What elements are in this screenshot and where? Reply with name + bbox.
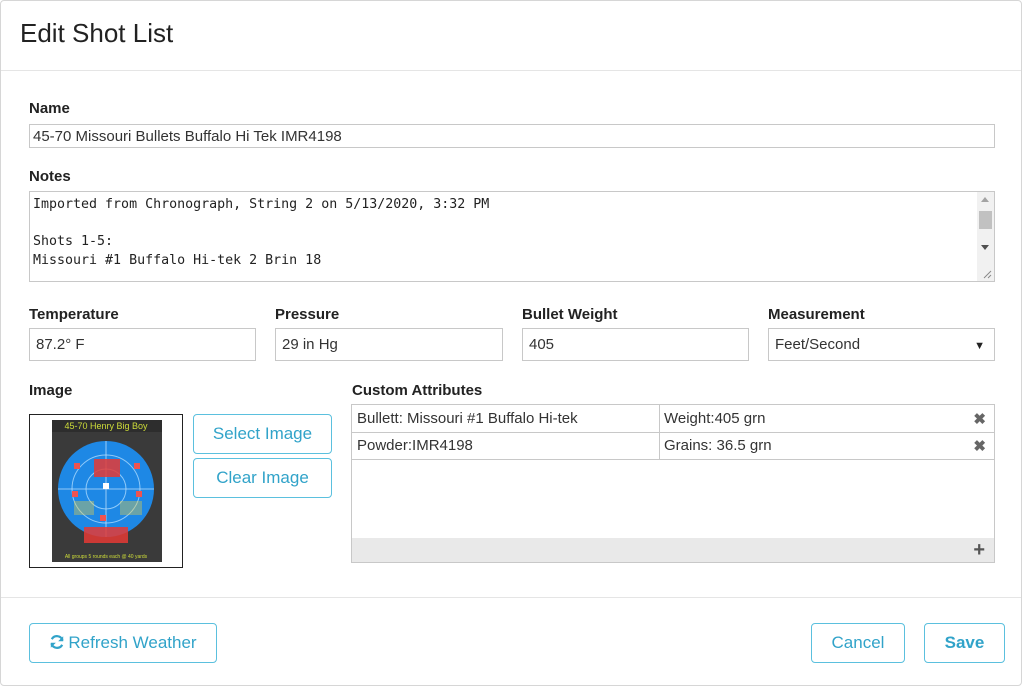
clear-image-label: Clear Image <box>216 468 309 487</box>
notes-line: Missouri #1 Buffalo Hi-tek 2 Brin 18 <box>33 252 322 268</box>
cell-divider <box>659 405 660 432</box>
footer-divider <box>1 597 1021 598</box>
refresh-weather-label: Refresh Weather <box>68 633 197 652</box>
refresh-icon <box>50 635 64 649</box>
notes-line: Shots 1-5: <box>33 234 114 249</box>
save-label: Save <box>944 633 985 652</box>
measurement-value: Feet/Second <box>775 336 861 353</box>
scroll-down-icon[interactable] <box>981 245 989 250</box>
pressure-label: Pressure <box>275 306 340 323</box>
target-image: 45-70 Henry Big Boy All groups 5 rounds … <box>29 414 183 568</box>
notes-text: Imported from Chronograph, String 2 on 5… <box>33 196 489 270</box>
scroll-thumb[interactable] <box>979 211 992 229</box>
add-attribute-icon[interactable]: + <box>973 538 985 562</box>
pressure-input[interactable] <box>275 328 503 361</box>
save-button[interactable]: Save <box>924 623 1005 663</box>
attributes-footer: + <box>352 538 994 562</box>
table-row[interactable]: Bullett: Missouri #1 Buffalo Hi-tek Weig… <box>352 405 994 433</box>
cell-divider <box>659 432 660 459</box>
temperature-input[interactable] <box>29 328 256 361</box>
cancel-label: Cancel <box>831 633 885 652</box>
name-input[interactable] <box>29 124 995 148</box>
attribute-value[interactable]: Grains: 36.5 grn <box>664 437 772 454</box>
dialog-title: Edit Shot List <box>20 18 174 48</box>
temperature-label: Temperature <box>29 306 119 323</box>
notes-label: Notes <box>29 168 71 185</box>
select-image-button[interactable]: Select Image <box>193 414 332 454</box>
image-label: Image <box>29 382 73 399</box>
notes-textarea[interactable]: Imported from Chronograph, String 2 on 5… <box>29 191 995 282</box>
custom-attributes-label: Custom Attributes <box>352 382 483 399</box>
remove-attribute-icon[interactable]: ✖ <box>973 437 986 455</box>
measurement-label: Measurement <box>768 306 865 323</box>
attribute-key[interactable]: Bullett: Missouri #1 Buffalo Hi-tek <box>357 410 578 427</box>
target-caption: All groups 5 rounds each @ 40 yards <box>65 554 148 560</box>
bullet-weight-input[interactable] <box>522 328 749 361</box>
attribute-key[interactable]: Powder:IMR4198 <box>357 437 473 454</box>
table-row[interactable]: Powder:IMR4198 Grains: 36.5 grn ✖ <box>352 432 994 460</box>
custom-attributes-table: Bullett: Missouri #1 Buffalo Hi-tek Weig… <box>351 404 995 563</box>
notes-line: Imported from Chronograph, String 2 on 5… <box>33 197 490 212</box>
notes-line <box>33 215 489 234</box>
select-image-label: Select Image <box>212 424 313 443</box>
refresh-weather-button[interactable]: Refresh Weather <box>29 623 217 663</box>
chevron-down-icon: ▼ <box>974 340 985 352</box>
target-title: 45-70 Henry Big Boy <box>64 421 148 431</box>
resize-grip-icon[interactable] <box>982 269 992 279</box>
target-photo: 45-70 Henry Big Boy All groups 5 rounds … <box>30 415 182 567</box>
clear-image-button[interactable]: Clear Image <box>193 458 332 498</box>
measurement-select[interactable]: Feet/Second ▼ <box>768 328 995 361</box>
notes-scrollbar[interactable] <box>977 192 994 281</box>
dialog-header: Edit Shot List <box>1 1 1021 71</box>
bullet-weight-label: Bullet Weight <box>522 306 618 323</box>
scroll-up-icon[interactable] <box>981 197 989 202</box>
cancel-button[interactable]: Cancel <box>811 623 905 663</box>
remove-attribute-icon[interactable]: ✖ <box>973 410 986 428</box>
name-label: Name <box>29 100 70 117</box>
edit-shot-list-dialog: Edit Shot List Name Notes Imported from … <box>0 0 1022 686</box>
attribute-value[interactable]: Weight:405 grn <box>664 410 765 427</box>
